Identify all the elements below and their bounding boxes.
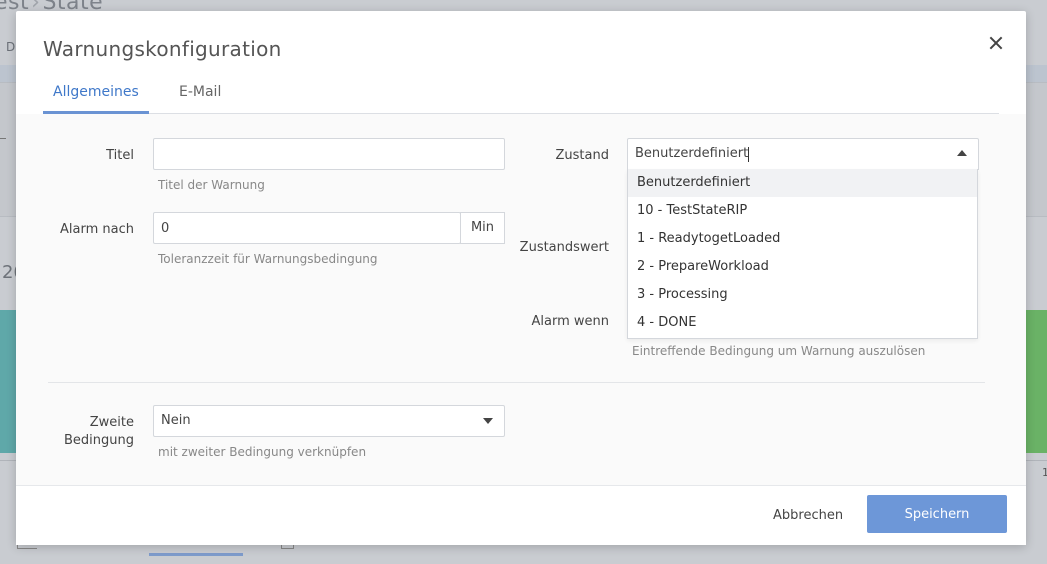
zweite-bedingung-label-line2: Bedingung [63, 433, 134, 448]
tab-email[interactable]: E-Mail [169, 81, 231, 114]
form-divider [48, 382, 985, 383]
form-body: Titel Titel der Warnung Alarm nach Min T… [16, 114, 1026, 486]
dialog-title: Warnungskonfiguration [43, 37, 282, 61]
alarm-wenn-label: Alarm wenn [531, 314, 610, 329]
dialog-footer: Abbrechen Speichern [16, 485, 1026, 545]
zustand-dropdown-list: Benutzerdefiniert 10 - TestStateRIP 1 - … [627, 169, 978, 339]
warning-config-dialog: Warnungskonfiguration Allgemeines E-Mail… [16, 11, 1026, 545]
chevron-down-icon[interactable] [483, 418, 493, 424]
zweite-bedingung-select[interactable]: Nein [153, 405, 505, 437]
background-digit: 1 [1042, 466, 1047, 479]
zweite-bedingung-label: Zweite Bedingung [56, 414, 134, 450]
zustand-select-value: Benutzerdefiniert [635, 146, 749, 161]
save-button[interactable]: Speichern [867, 495, 1007, 533]
background-green-bar [1025, 310, 1047, 453]
zustandswert-label: Zustandswert [519, 240, 609, 255]
zustand-select[interactable]: Benutzerdefiniert [627, 138, 979, 170]
zweite-bedingung-hint: mit zweiter Bedingung verknüpfen [158, 445, 367, 459]
chevron-up-icon[interactable] [957, 150, 967, 156]
dropdown-option[interactable]: 1 - ReadytogetLoaded [628, 225, 977, 253]
titel-label: Titel [106, 148, 134, 163]
zweite-bedingung-select-value: Nein [161, 413, 191, 428]
tab-bar: Allgemeines E-Mail [43, 81, 999, 114]
dropdown-option[interactable]: Benutzerdefiniert [628, 169, 977, 197]
dropdown-option[interactable]: 3 - Processing [628, 281, 977, 309]
cancel-button[interactable]: Abbrechen [761, 506, 855, 525]
titel-hint: Titel der Warnung [158, 178, 265, 192]
background-dash [0, 138, 6, 139]
background-letter: D [6, 40, 16, 54]
dropdown-option[interactable]: 10 - TestStateRIP [628, 197, 977, 225]
alarm-nach-hint: Toleranzzeit für Warnungsbedingung [158, 252, 378, 266]
text-cursor [748, 147, 749, 162]
zustand-label: Zustand [555, 148, 609, 163]
background-tab-indicator [149, 553, 243, 556]
tab-allgemeines[interactable]: Allgemeines [43, 81, 149, 114]
dropdown-option[interactable]: 4 - DONE [628, 309, 977, 337]
titel-input[interactable] [153, 138, 505, 170]
alarm-nach-label: Alarm nach [60, 222, 134, 237]
zweite-bedingung-label-line1: Zweite [89, 415, 134, 430]
close-icon[interactable] [986, 33, 1006, 53]
dropdown-option[interactable]: 2 - PrepareWorkload [628, 253, 977, 281]
alarm-wenn-hint: Eintreffende Bedingung um Warnung auszul… [632, 344, 926, 358]
alarm-nach-input[interactable] [153, 212, 461, 244]
